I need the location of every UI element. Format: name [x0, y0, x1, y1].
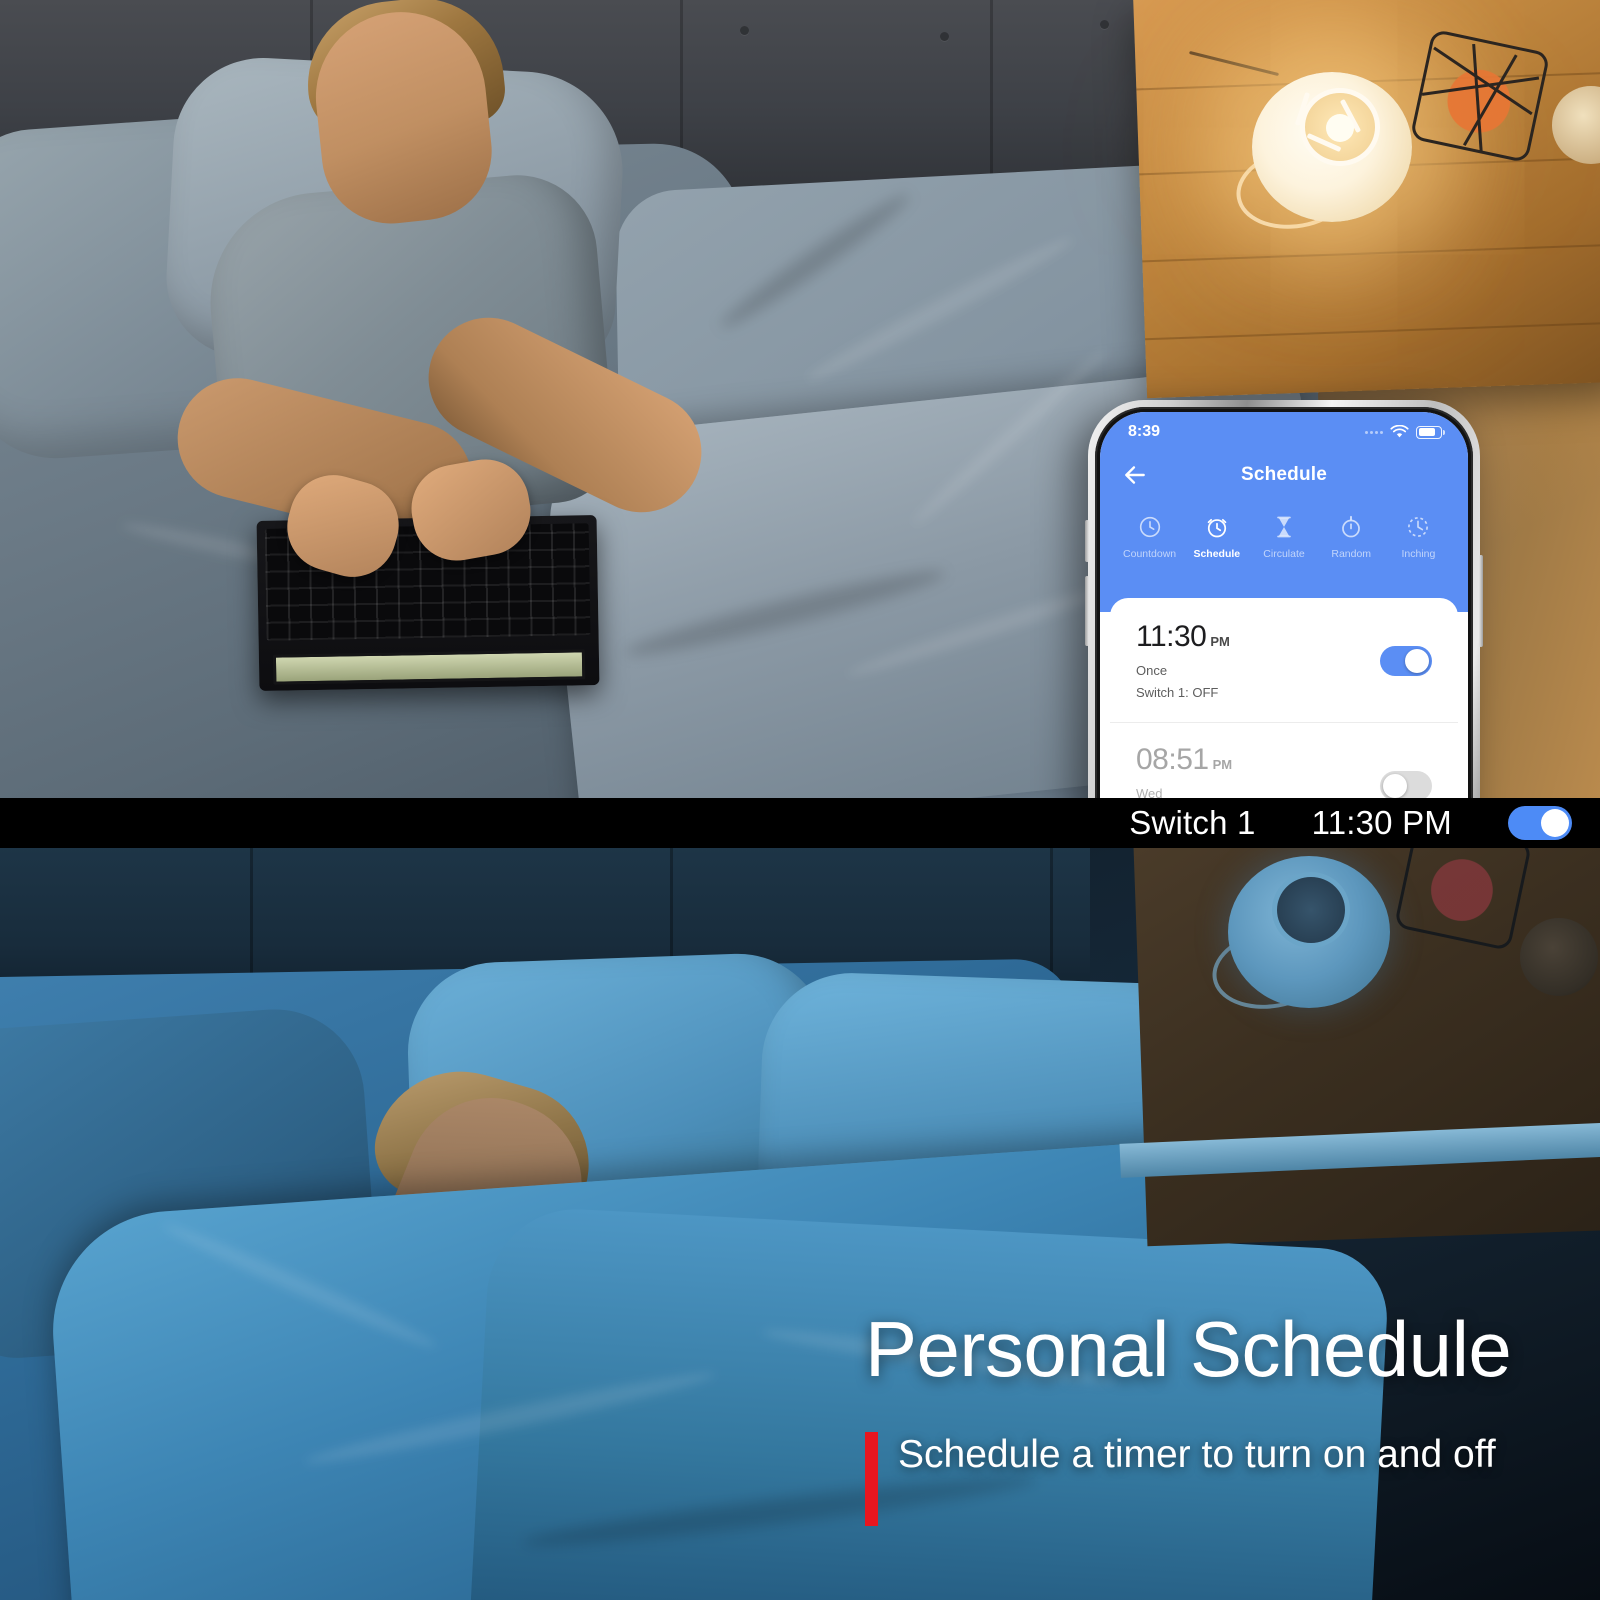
app-navigation-bar: Schedule [1100, 452, 1468, 498]
power-button[interactable] [1479, 555, 1483, 647]
banner-time-label: 11:30 PM [1311, 804, 1452, 841]
banner-toggle[interactable] [1508, 806, 1572, 840]
wifi-icon [1390, 425, 1409, 438]
tab-countdown[interactable]: Countdown [1116, 514, 1183, 560]
mode-tab-bar: Countdown Schedule Circulate Random Inch… [1100, 508, 1468, 594]
schedule-ampm: PM [1210, 634, 1230, 649]
promo-subtext: Schedule a timer to turn on and off [898, 1433, 1496, 1476]
product-marketing-image: 8:39 Schedule Countdown Schedule Circula… [0, 0, 1600, 1600]
signal-dots-icon [1365, 430, 1383, 434]
scene-evening-awake: 8:39 Schedule Countdown Schedule Circula… [0, 0, 1600, 800]
schedule-row[interactable]: 08:51 PM Wed Switch 1: ON [1110, 722, 1458, 800]
red-accent-bar [865, 1432, 878, 1526]
schedule-row[interactable]: 11:30 PM Once Switch 1: OFF [1110, 598, 1458, 700]
phone-bezel: 8:39 Schedule Countdown Schedule Circula… [1095, 407, 1473, 800]
schedule-device-state: Switch 1: OFF [1136, 685, 1219, 700]
banner-device-label: Switch 1 [1129, 804, 1256, 841]
schedule-list-card: 11:30 PM Once Switch 1: OFF 08:51 PM Wed [1110, 598, 1458, 800]
tab-label: Schedule [1193, 548, 1241, 560]
tab-random[interactable]: Random [1318, 514, 1385, 560]
promo-headline: Personal Schedule [865, 1305, 1512, 1393]
schedule-toggle[interactable] [1380, 646, 1432, 676]
alarm-clock-icon [1207, 518, 1227, 538]
schedule-ampm: PM [1212, 757, 1233, 772]
schedule-toggle[interactable] [1380, 771, 1432, 800]
status-bar-time: 8:39 [1128, 423, 1161, 440]
status-bar: 8:39 [1100, 412, 1468, 452]
schedule-time: 08:51 [1136, 743, 1209, 776]
clock-icon [1139, 516, 1160, 538]
lamp-bulb [1326, 114, 1354, 142]
volume-down-button[interactable] [1085, 576, 1089, 646]
tab-label: Countdown [1123, 548, 1177, 560]
stopwatch-icon [1342, 515, 1361, 538]
tab-inching[interactable]: Inching [1385, 514, 1452, 560]
overlay-status-banner: Switch 1 11:30 PM [0, 798, 1600, 848]
page-title: Schedule [1240, 464, 1328, 485]
tab-schedule[interactable]: Schedule [1183, 514, 1250, 560]
smartphone-mockup: 8:39 Schedule Countdown Schedule Circula… [1085, 400, 1483, 800]
tab-label: Circulate [1263, 548, 1305, 560]
laptop-screen [272, 649, 586, 685]
jar-decor-night [1520, 918, 1598, 996]
volume-up-button[interactable] [1085, 520, 1089, 562]
schedule-time: 11:30 [1136, 620, 1207, 653]
promo-text-block: Personal Schedule Schedule a timer to tu… [865, 1310, 1585, 1526]
hourglass-icon [1277, 516, 1291, 538]
tab-circulate[interactable]: Circulate [1250, 514, 1317, 560]
tab-label: Random [1331, 548, 1372, 560]
dashed-clock-icon [1408, 517, 1429, 537]
tab-label: Inching [1401, 548, 1436, 560]
lamp-shade-opening-night [1272, 872, 1350, 948]
back-arrow-icon[interactable] [1122, 462, 1148, 488]
battery-icon [1416, 425, 1445, 439]
phone-screen: 8:39 Schedule Countdown Schedule Circula… [1100, 412, 1468, 800]
